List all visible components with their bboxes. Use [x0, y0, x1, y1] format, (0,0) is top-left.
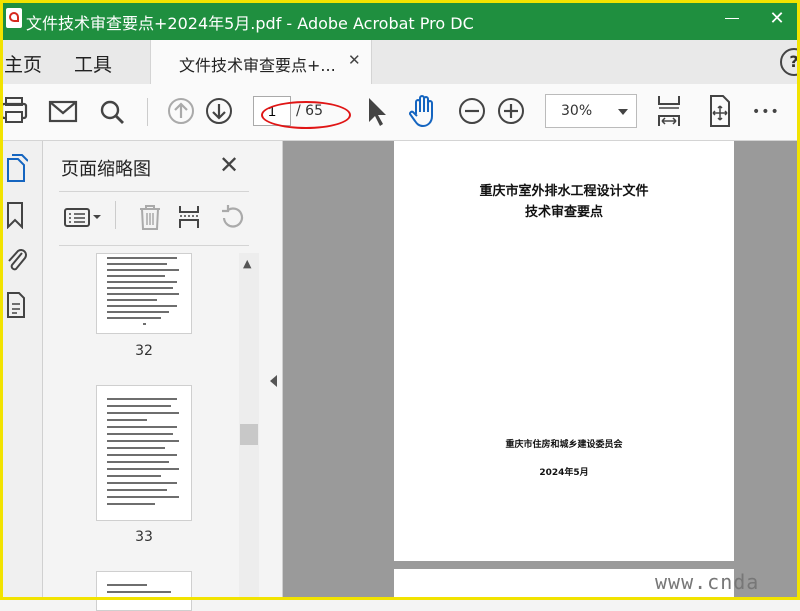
page-thumbnails-icon[interactable]	[4, 153, 29, 187]
pdf-page: 重庆市室外排水工程设计文件 技术审查要点 重庆市住房和城乡建设委员会 2024年…	[394, 141, 734, 561]
more-icon[interactable]: •••	[752, 84, 792, 140]
thumbnail-scrollbar[interactable]: ▲	[239, 253, 259, 600]
scrollbar-thumb[interactable]	[240, 424, 258, 445]
watermark: www.cnda	[655, 570, 760, 594]
hand-tool-icon[interactable]	[406, 84, 442, 140]
delete-page-icon[interactable]	[136, 201, 164, 237]
thumbnail-options-icon[interactable]	[63, 201, 103, 237]
chevron-down-icon	[618, 109, 628, 115]
document-issuer: 重庆市住房和城乡建设委员会	[505, 440, 623, 450]
toolbar: / 65 30% •••	[0, 84, 800, 141]
tab-document[interactable]: 文件技术审查要点+... ✕	[150, 40, 372, 84]
zoom-select[interactable]: 30%	[545, 94, 637, 128]
rotate-icon[interactable]	[217, 201, 247, 237]
full-screen-icon[interactable]	[702, 84, 738, 140]
title-bar: 文件技术审查要点+2024年5月.pdf - Adobe Acrobat Pro…	[0, 0, 800, 40]
close-window-button[interactable]: ✕	[764, 6, 790, 32]
scroll-up-icon[interactable]: ▲	[243, 257, 251, 270]
acrobat-app-icon	[6, 8, 22, 28]
page-thumbnail[interactable]	[96, 571, 192, 611]
page-thumbnail[interactable]	[96, 385, 192, 521]
panel-collapse-strip[interactable]	[265, 141, 283, 600]
navigation-rail	[0, 141, 43, 600]
print-icon[interactable]	[0, 84, 36, 140]
toolbar-divider	[147, 98, 148, 126]
next-page-icon[interactable]	[202, 84, 238, 140]
thumbnails-panel: 页面缩略图 ✕ 32 33 ▲	[43, 141, 265, 611]
close-tab-icon[interactable]: ✕	[348, 51, 361, 69]
document-title-line1: 重庆市室外排水工程设计文件	[479, 184, 649, 199]
attachment-icon[interactable]	[4, 245, 28, 279]
document-date: 2024年5月	[539, 468, 589, 478]
page-layout-icon[interactable]	[176, 201, 204, 237]
zoom-out-icon[interactable]	[454, 84, 490, 140]
fit-width-icon[interactable]	[652, 84, 688, 140]
email-icon[interactable]	[46, 84, 82, 140]
window-title: 文件技术审查要点+2024年5月.pdf - Adobe Acrobat Pro…	[26, 14, 474, 33]
panel-divider	[59, 191, 249, 192]
highlight-ellipse	[261, 101, 351, 129]
panel-title: 页面缩略图	[61, 159, 151, 180]
page-thumbnail[interactable]	[96, 253, 192, 334]
document-view[interactable]: 重庆市室外排水工程设计文件 技术审查要点 重庆市住房和城乡建设委员会 2024年…	[283, 141, 800, 600]
thumbnail-page-number: 33	[135, 529, 153, 545]
previous-page-icon[interactable]	[164, 84, 200, 140]
tab-home[interactable]: 主页	[4, 50, 42, 77]
collapse-arrow-icon[interactable]	[270, 375, 277, 387]
select-cursor-icon[interactable]	[360, 84, 396, 140]
minimize-button[interactable]	[720, 6, 746, 32]
document-properties-icon[interactable]	[4, 289, 28, 323]
bookmark-icon[interactable]	[4, 199, 28, 233]
zoom-value: 30%	[561, 103, 593, 119]
search-icon[interactable]	[95, 84, 131, 140]
document-tab-label: 文件技术审查要点+...	[179, 56, 336, 75]
panel-toolbar-divider	[115, 201, 116, 229]
help-icon[interactable]: ?	[780, 48, 800, 76]
document-title-line2: 技术审查要点	[524, 205, 603, 220]
tab-tools[interactable]: 工具	[74, 50, 112, 77]
tab-bar: 主页 工具 文件技术审查要点+... ✕ ?	[0, 40, 800, 85]
panel-divider	[59, 245, 249, 246]
zoom-in-icon[interactable]	[493, 84, 529, 140]
thumbnail-page-number: 32	[135, 343, 153, 359]
close-icon[interactable]: ✕	[219, 151, 239, 179]
